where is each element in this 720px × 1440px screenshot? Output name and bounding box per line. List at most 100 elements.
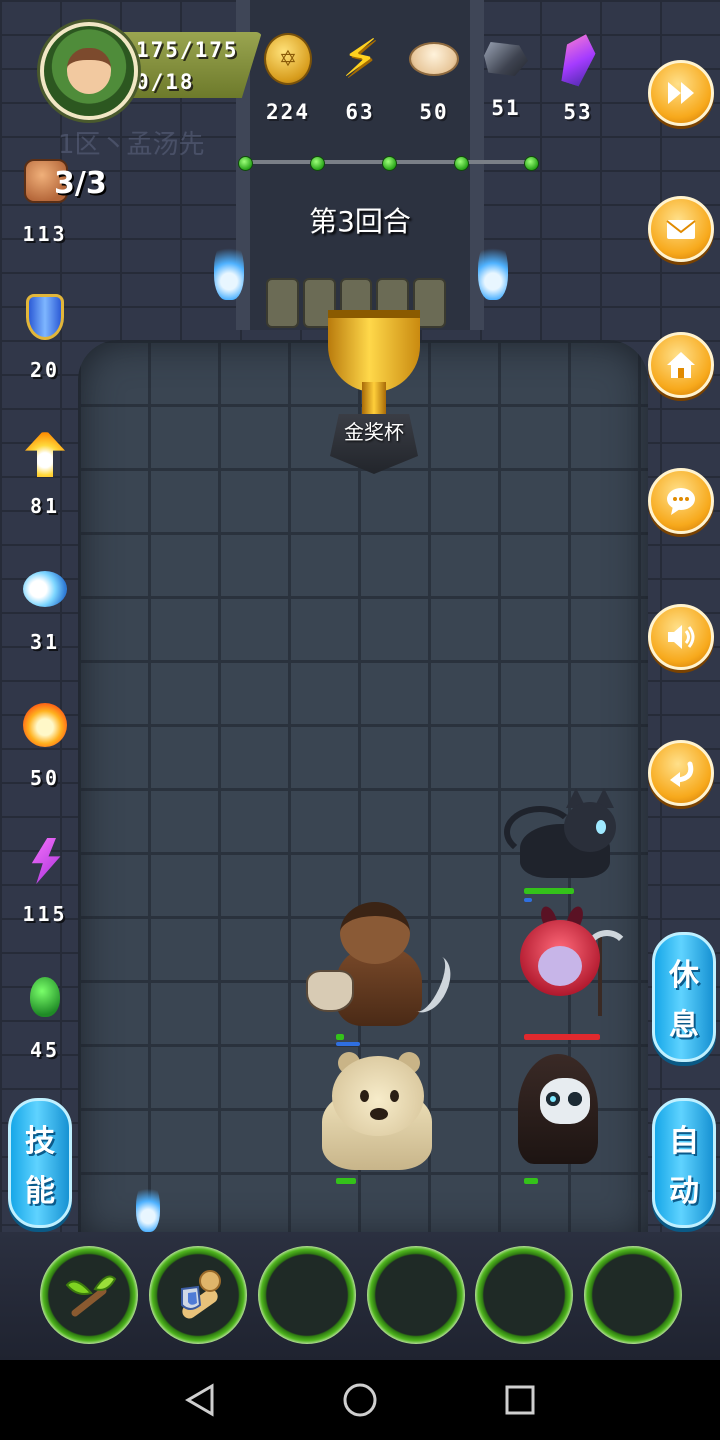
- skill-button[interactable]: 技 能: [8, 1098, 72, 1228]
- back-button[interactable]: [178, 1378, 222, 1422]
- holy-value: 81: [29, 494, 61, 518]
- black-cat-hp-bar: [524, 888, 574, 894]
- blue-torch-flame-icon: [136, 1180, 160, 1232]
- fire-value: 50: [29, 766, 61, 790]
- skull-eye: [568, 1092, 582, 1106]
- gold-trophy[interactable]: 金奖杯: [314, 310, 434, 480]
- chat-button[interactable]: [648, 468, 714, 534]
- auto-label-2: 动: [669, 1174, 699, 1209]
- mail-button[interactable]: [648, 196, 714, 262]
- trophy-icon: [328, 310, 420, 392]
- unit-red-demon[interactable]: [502, 904, 630, 1030]
- trophy-stem: [362, 382, 386, 418]
- rose-shield-scroll-icon: [181, 1270, 221, 1319]
- unit-black-cat[interactable]: [504, 784, 624, 884]
- bun-value: 50: [419, 100, 449, 124]
- sprout-staff-icon: [65, 1275, 117, 1317]
- horned-warrior-hp-pip: [336, 1034, 344, 1040]
- round-progress-dot: [382, 156, 397, 171]
- energy-value: 63: [345, 100, 375, 124]
- fireball-icon: [23, 703, 67, 747]
- avatar-face: [67, 48, 111, 94]
- poison-value: 45: [29, 1038, 61, 1062]
- return-button[interactable]: [648, 740, 714, 806]
- player-progress: 0/18: [136, 70, 195, 94]
- stat-fire: 50: [10, 696, 80, 790]
- crystal-icon: [556, 30, 601, 89]
- attack-value: 113: [22, 222, 68, 246]
- stat-holy: 81: [10, 424, 80, 518]
- hooded-skull-hp-pip: [524, 1178, 538, 1184]
- skill-slot-1[interactable]: [40, 1246, 138, 1344]
- rest-label-1: 休: [669, 958, 699, 993]
- blue-torch-flame-icon: [478, 238, 508, 300]
- attacks-remaining: 3/3: [54, 166, 107, 201]
- round-label: 第3回合: [309, 205, 411, 238]
- bear-eye: [390, 1090, 399, 1102]
- back-triangle-icon: [185, 1383, 214, 1417]
- shield-icon: [26, 294, 64, 340]
- bear-eye: [360, 1090, 369, 1102]
- skill-label-1: 技: [25, 1124, 55, 1159]
- resource-crystal: 53: [546, 30, 610, 124]
- unit-horned-warrior[interactable]: [306, 900, 459, 1030]
- horned-warrior-shield-bar: [336, 1042, 360, 1046]
- auto-button[interactable]: 自 动: [652, 1098, 716, 1228]
- player-avatar[interactable]: [40, 22, 138, 120]
- fast-forward-button[interactable]: [648, 60, 714, 126]
- skill-slot-5[interactable]: [475, 1246, 573, 1344]
- purple-lightning-icon: [31, 838, 61, 884]
- auto-label-1: 自: [669, 1124, 699, 1159]
- bear-nose: [370, 1108, 388, 1120]
- trophy-label: 金奖杯: [344, 420, 404, 444]
- stat-poison: 45: [10, 968, 80, 1062]
- return-icon: [670, 761, 694, 787]
- warrior-head: [340, 902, 410, 964]
- flame-arrow-icon: [25, 429, 65, 477]
- resource-ore: 51: [474, 30, 538, 120]
- round-progress-dot: [454, 156, 469, 171]
- iron-ore-icon: [484, 42, 528, 76]
- crystal-value: 53: [563, 100, 593, 124]
- cat-eye: [596, 820, 606, 834]
- demon-face: [538, 946, 582, 986]
- lightning-value: 115: [22, 902, 68, 926]
- player-hp: 175/175: [136, 38, 239, 62]
- unit-hooded-skull[interactable]: [512, 1054, 612, 1170]
- home-circle-icon: [343, 1383, 377, 1417]
- round-progress-dot: [238, 156, 253, 171]
- green-blob-icon: [30, 977, 60, 1017]
- resource-bun: 50: [402, 30, 466, 124]
- sound-icon: [668, 625, 695, 649]
- rest-button[interactable]: 休 息: [652, 932, 716, 1062]
- stat-defense: 20: [10, 288, 80, 382]
- home-button[interactable]: [648, 332, 714, 398]
- steamed-bun-icon: [409, 42, 459, 76]
- water-value: 31: [29, 630, 61, 654]
- cat-head: [564, 802, 616, 852]
- black-cat-shield-bar: [524, 898, 532, 902]
- skill-slot-3[interactable]: [258, 1246, 356, 1344]
- skill-label-2: 能: [25, 1174, 55, 1209]
- home-nav-button[interactable]: [338, 1378, 382, 1422]
- stat-water: 31: [10, 560, 80, 654]
- skill-slot-6[interactable]: [584, 1246, 682, 1344]
- round-progress-dot: [310, 156, 325, 171]
- skill-slot-4[interactable]: [367, 1246, 465, 1344]
- skill-slot-2[interactable]: [149, 1246, 247, 1344]
- ore-value: 51: [491, 96, 521, 120]
- recents-button[interactable]: [498, 1378, 542, 1422]
- skull-eye-glow: [550, 1096, 556, 1102]
- rest-label-2: 息: [669, 1008, 699, 1043]
- gold-value: 224: [266, 100, 310, 124]
- recents-square-icon: [505, 1385, 535, 1415]
- blue-torch-flame-icon: [214, 238, 244, 300]
- cream-bear-hp-bar: [336, 1178, 356, 1184]
- stat-lightning: 115: [10, 832, 80, 926]
- unit-cream-bear[interactable]: [314, 1050, 440, 1170]
- bear-head: [332, 1056, 424, 1136]
- sound-button[interactable]: [648, 604, 714, 670]
- chat-icon: [667, 488, 695, 515]
- coin-icon: ✡: [264, 33, 312, 85]
- defense-value: 20: [29, 358, 61, 382]
